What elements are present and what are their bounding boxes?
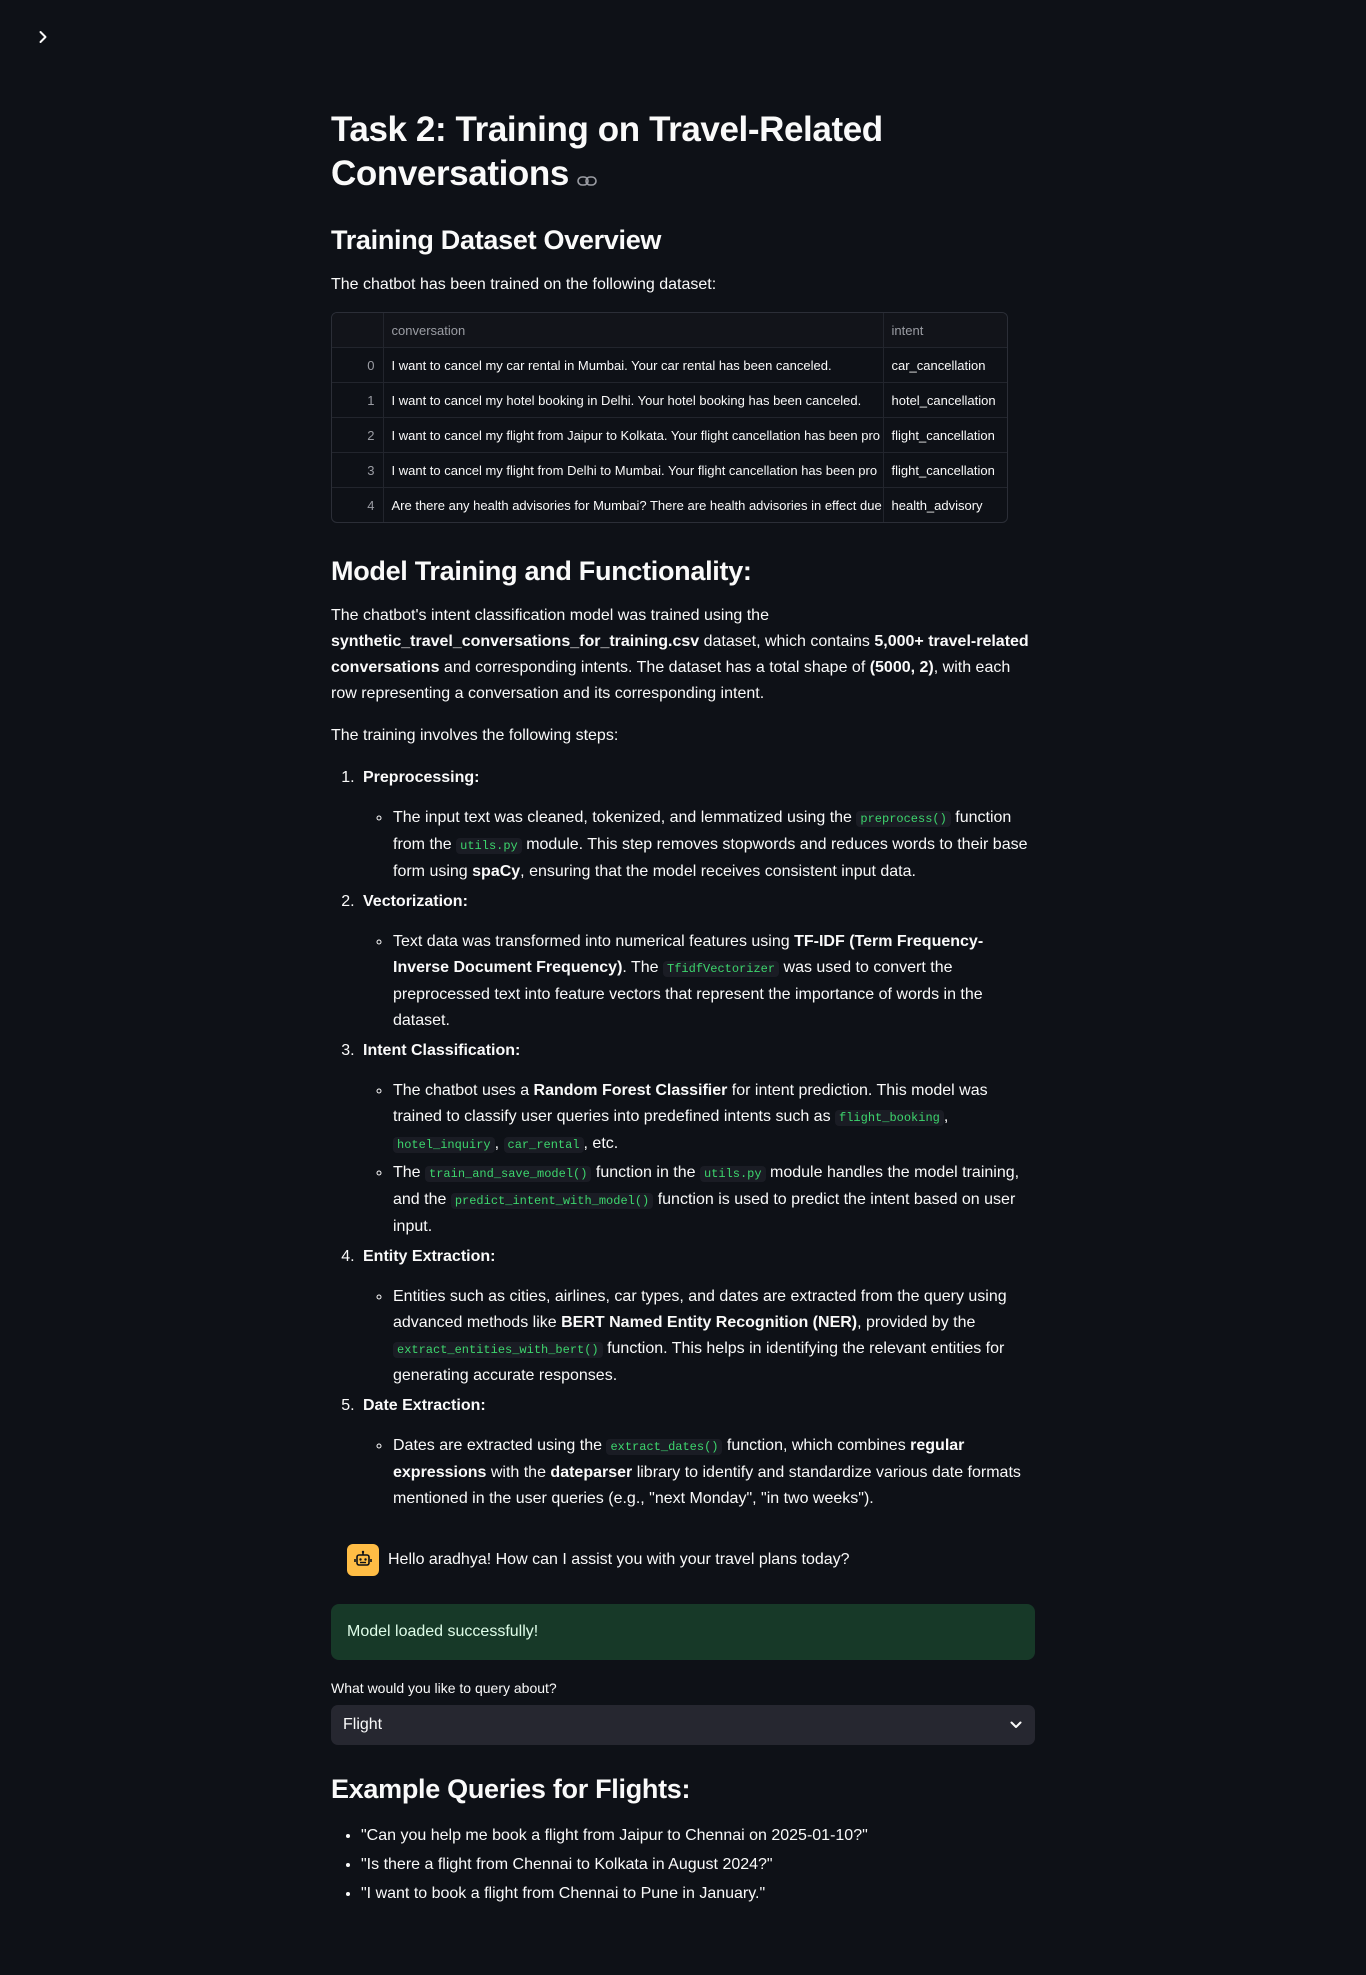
step-detail: Entities such as cities, airlines, car t… bbox=[392, 1284, 1035, 1389]
chevron-down-icon bbox=[1010, 1721, 1022, 1728]
query-select-label: What would you like to query about? bbox=[331, 1679, 557, 1696]
step-preprocessing: Preprocessing: The input text was cleane… bbox=[359, 765, 1035, 885]
list-item: "Can you help me book a flight from Jaip… bbox=[361, 1821, 1035, 1850]
table-header-row: conversation intent bbox=[332, 312, 1007, 349]
chat-message-text: Hello aradhya! How can I assist you with… bbox=[388, 1550, 850, 1568]
model-description: The chatbot's intent classification mode… bbox=[331, 606, 1029, 702]
step-title: Preprocessing: bbox=[363, 768, 480, 786]
table-row[interactable]: 3 I want to cancel my flight from Delhi … bbox=[332, 452, 1007, 489]
sidebar-expand-button[interactable] bbox=[28, 22, 58, 52]
row-index: 2 bbox=[332, 417, 384, 454]
conversation-cell[interactable]: Are there any health advisories for Mumb… bbox=[383, 487, 884, 522]
main-content: Task 2: Training on Travel-Related Conve… bbox=[331, 108, 1035, 1908]
model-heading: Model Training and Functionality: bbox=[331, 555, 752, 586]
robot-icon bbox=[347, 1543, 379, 1576]
link-icon[interactable] bbox=[577, 154, 597, 198]
page-title: Task 2: Training on Travel-Related Conve… bbox=[331, 108, 891, 198]
examples-heading: Example Queries for Flights: bbox=[331, 1773, 691, 1804]
training-steps-intro: The training involves the following step… bbox=[331, 726, 619, 744]
conversation-cell[interactable]: I want to cancel my flight from Delhi to… bbox=[383, 452, 884, 489]
column-header-conversation[interactable]: conversation bbox=[383, 312, 884, 349]
row-index: 3 bbox=[332, 452, 384, 489]
table-row[interactable]: 2 I want to cancel my flight from Jaipur… bbox=[332, 417, 1007, 454]
dataset-heading: Training Dataset Overview bbox=[331, 224, 662, 255]
dataset-intro: The chatbot has been trained on the foll… bbox=[331, 275, 717, 293]
intent-cell[interactable]: car_cancellation bbox=[883, 347, 1007, 384]
conversation-cell[interactable]: I want to cancel my hotel booking in Del… bbox=[383, 382, 884, 419]
step-entity-extraction: Entity Extraction: Entities such as citi… bbox=[359, 1244, 1035, 1389]
example-queries-list: "Can you help me book a flight from Jaip… bbox=[361, 1821, 1035, 1908]
training-steps-list: Preprocessing: The input text was cleane… bbox=[359, 765, 1035, 1512]
intent-cell[interactable]: hotel_cancellation bbox=[883, 382, 1007, 419]
column-header-index[interactable] bbox=[332, 312, 384, 349]
step-date-extraction: Date Extraction: Dates are extracted usi… bbox=[359, 1393, 1035, 1512]
query-select-value: Flight bbox=[343, 1715, 383, 1733]
row-index: 0 bbox=[332, 347, 384, 384]
chevron-right-icon bbox=[39, 31, 47, 43]
table-row[interactable]: 0 I want to cancel my car rental in Mumb… bbox=[332, 347, 1007, 384]
step-title: Vectorization: bbox=[363, 892, 468, 910]
intent-cell[interactable]: health_advisory bbox=[883, 488, 1007, 522]
conversation-cell[interactable]: I want to cancel my car rental in Mumbai… bbox=[383, 347, 884, 384]
list-item: "Is there a flight from Chennai to Kolka… bbox=[361, 1850, 1035, 1879]
table-row[interactable]: 4 Are there any health advisories for Mu… bbox=[332, 487, 1007, 522]
step-title: Entity Extraction: bbox=[363, 1247, 496, 1265]
row-index: 1 bbox=[332, 382, 384, 419]
step-title: Date Extraction: bbox=[363, 1396, 486, 1414]
dataset-table[interactable]: conversation intent 0 I want to cancel m… bbox=[331, 311, 1008, 523]
step-detail: The input text was cleaned, tokenized, a… bbox=[392, 805, 1035, 885]
step-detail: The train_and_save_model() function in t… bbox=[392, 1160, 1035, 1240]
row-index: 4 bbox=[332, 487, 384, 522]
step-vectorization: Vectorization: Text data was transformed… bbox=[359, 889, 1035, 1034]
list-item: "I want to book a flight from Chennai to… bbox=[361, 1879, 1035, 1908]
table-row[interactable]: 1 I want to cancel my hotel booking in D… bbox=[332, 382, 1007, 419]
step-detail: Text data was transformed into numerical… bbox=[392, 929, 1035, 1034]
chat-message: Hello aradhya! How can I assist you with… bbox=[331, 1540, 1035, 1580]
conversation-cell[interactable]: I want to cancel my flight from Jaipur t… bbox=[383, 417, 884, 454]
step-title: Intent Classification: bbox=[363, 1041, 521, 1059]
page-title-text: Task 2: Training on Travel-Related Conve… bbox=[331, 110, 883, 193]
column-header-intent[interactable]: intent bbox=[883, 312, 1007, 349]
intent-cell[interactable]: flight_cancellation bbox=[883, 417, 1007, 454]
step-detail: Dates are extracted using the extract_da… bbox=[392, 1433, 1035, 1512]
success-alert: Model loaded successfully! bbox=[331, 1603, 1035, 1660]
query-type-select[interactable]: Flight bbox=[331, 1704, 1035, 1745]
step-detail: The chatbot uses a Random Forest Classif… bbox=[392, 1078, 1035, 1158]
intent-cell[interactable]: flight_cancellation bbox=[883, 452, 1007, 489]
step-intent-classification: Intent Classification: The chatbot uses … bbox=[359, 1038, 1035, 1240]
